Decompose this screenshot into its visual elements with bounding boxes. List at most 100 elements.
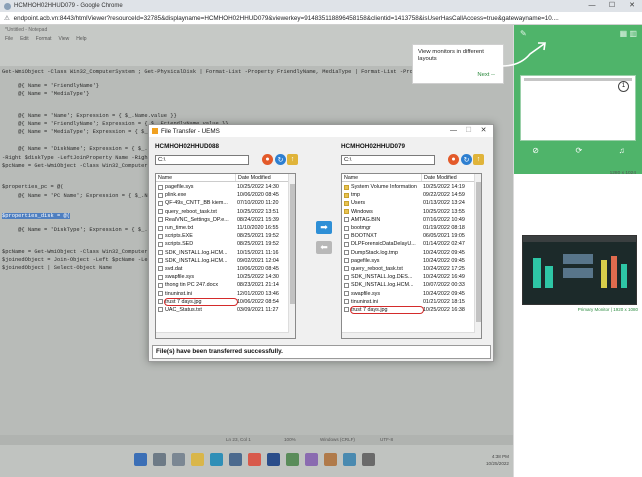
layout-grid-icon[interactable]: ▦ ▥ [620, 29, 637, 38]
file-name: tinuninst.ini [165, 290, 192, 297]
file-date: 10/25/2022 14:30 [236, 274, 279, 281]
column-name[interactable]: Name [156, 174, 235, 181]
file-row[interactable]: thong tin PC 247.docx 08/23/2021 21:14 [156, 281, 289, 289]
file-row[interactable]: System Volume Information 10/25/2022 14:1… [342, 183, 475, 191]
file-icon [158, 192, 163, 198]
file-row[interactable]: DLPForensicDataDelayU... 01/14/2022 02:47 [342, 240, 475, 248]
refresh-icon[interactable]: ↻ [275, 154, 286, 165]
address-bar[interactable]: ⚠ endpoint.acb.vn:8443/htmlViewer?resour… [0, 12, 642, 25]
file-row[interactable]: tinuninst.ini 12/01/2020 13:46 [156, 289, 289, 297]
maximize-button[interactable]: ☐ [602, 0, 622, 12]
file-row[interactable]: scripts.SED 08/25/2021 19:52 [156, 240, 289, 248]
right-file-list[interactable]: Name Date Modified System Volume Informa… [341, 173, 482, 339]
site-info-icon[interactable]: ⚠ [4, 15, 10, 22]
file-row[interactable]: tmp 09/22/2022 14:59 [342, 191, 475, 199]
menu-file[interactable]: File [5, 36, 13, 42]
file-date: 06/05/2021 19:05 [422, 233, 465, 240]
left-path-input[interactable]: C:\ [155, 155, 249, 165]
file-row[interactable]: pagefile.sys 10/25/2022 14:30 [156, 183, 289, 191]
file-row[interactable]: pagefile.sys 10/24/2022 09:45 [342, 257, 475, 265]
app-icon[interactable] [343, 453, 356, 466]
file-date: 10/06/2020 08:45 [236, 265, 279, 272]
right-path-input[interactable]: C:\ [341, 155, 435, 165]
edge-icon[interactable] [210, 453, 223, 466]
file-row[interactable]: svd.dat 10/06/2020 08:45 [156, 265, 289, 273]
up-folder-icon[interactable]: ↑ [287, 154, 298, 165]
menu-edit[interactable]: Edit [20, 36, 29, 42]
system-clock[interactable]: 4:38 PM 10/25/2022 [486, 453, 509, 467]
app-icon[interactable] [324, 453, 337, 466]
file-row[interactable]: DumpStack.log.tmp 10/24/2022 09:45 [342, 249, 475, 257]
column-date[interactable]: Date Modified [235, 174, 289, 181]
store-icon[interactable] [229, 453, 242, 466]
left-vscroll[interactable] [288, 174, 295, 338]
file-name: SDK_INSTALL.log.DES... [351, 274, 413, 281]
dialog-minimize-button[interactable]: — [446, 125, 461, 137]
file-row[interactable]: SDK_INSTALL.log.HCM... 10/15/2021 11:16 [156, 249, 289, 257]
menu-help[interactable]: Help [76, 36, 86, 42]
minimize-button[interactable]: — [582, 0, 602, 12]
file-row[interactable]: QF-49s_CNTT_BB kiem... 07/10/2020 11:20 [156, 199, 289, 207]
menu-format[interactable]: Format [36, 36, 52, 42]
file-row[interactable]: trust 7 days.jpg 10/25/2022 16:38 [342, 305, 475, 314]
monitor-1-thumbnail[interactable]: 1 [520, 75, 636, 141]
file-name: DumpStack.log.tmp [351, 249, 399, 256]
task-view-icon[interactable] [172, 453, 185, 466]
file-row[interactable]: trust 7 days.jpg 10/06/2022 08:54 [156, 297, 289, 306]
lock-icon[interactable]: ● [448, 154, 459, 165]
powershell-icon[interactable] [267, 453, 280, 466]
file-row[interactable]: swapfile.sys 10/24/2022 09:45 [342, 289, 475, 297]
file-row[interactable]: BOOTNXT 06/05/2021 19:05 [342, 232, 475, 240]
up-folder-icon[interactable]: ↑ [473, 154, 484, 165]
dialog-close-button[interactable]: ✕ [476, 125, 491, 137]
file-name: BOOTNXT [351, 233, 378, 240]
left-hscroll[interactable] [156, 332, 289, 338]
search-icon[interactable] [153, 453, 166, 466]
file-row[interactable]: run_time.txt 11/10/2020 16:55 [156, 224, 289, 232]
link-icon[interactable]: ⊘ [532, 146, 539, 155]
file-explorer-icon[interactable] [191, 453, 204, 466]
file-row[interactable]: Windows 10/25/2022 13:55 [342, 208, 475, 216]
chrome-icon[interactable] [248, 453, 261, 466]
app-icon[interactable] [305, 453, 318, 466]
tooltip-next-link[interactable]: Next -- [477, 72, 495, 79]
file-row[interactable]: tinuninst.ini 01/21/2022 18:15 [342, 298, 475, 306]
switch-icon[interactable]: ⟳ [576, 146, 583, 155]
code-line: $joinedObject | Select-Object Name [2, 265, 112, 271]
address-url[interactable]: endpoint.acb.vn:8443/htmlViewer?resource… [14, 15, 559, 22]
file-row[interactable]: SDK_INSTALL.log.HCM... 09/02/2021 12:04 [156, 257, 289, 265]
file-row[interactable]: SDK_INSTALL.log.DES... 10/24/2022 16:49 [342, 273, 475, 281]
monitor-2-thumbnail[interactable] [522, 235, 637, 305]
menu-view[interactable]: View [59, 36, 70, 42]
file-row[interactable]: bootmgr 01/19/2022 08:18 [342, 224, 475, 232]
close-button[interactable]: ✕ [622, 0, 642, 12]
column-date[interactable]: Date Modified [421, 174, 475, 181]
file-row[interactable]: scripts.EXE 08/25/2021 19:52 [156, 232, 289, 240]
file-row[interactable]: UAC_Status.txt 03/09/2021 11:27 [156, 306, 289, 314]
right-vscroll[interactable] [474, 174, 481, 338]
bell-icon[interactable]: ♫ [619, 146, 625, 155]
right-hscroll[interactable] [342, 332, 475, 338]
left-file-list[interactable]: Name Date Modified pagefile.sys 10/25/202… [155, 173, 296, 339]
start-icon[interactable] [134, 453, 147, 466]
column-name[interactable]: Name [342, 174, 421, 181]
arrow-left-icon[interactable]: ⬅ [316, 241, 332, 254]
file-row[interactable]: AMTAG.BIN 07/16/2022 10:49 [342, 216, 475, 224]
file-row[interactable]: SDK_INSTALL.log.HCM... 10/07/2022 00:33 [342, 281, 475, 289]
file-row[interactable]: Users 01/13/2022 13:24 [342, 199, 475, 207]
file-row[interactable]: plink.exe 10/06/2020 08:45 [156, 191, 289, 199]
dialog-maximize-button[interactable]: ☐ [461, 125, 476, 137]
app-icon[interactable] [286, 453, 299, 466]
arrow-right-icon[interactable]: ➡ [316, 221, 332, 234]
file-name: swapfile.sys [351, 290, 381, 297]
pen-icon[interactable]: ✎ [520, 29, 527, 38]
file-row[interactable]: query_reboot_task.txt 10/24/2022 17:25 [342, 265, 475, 273]
lock-icon[interactable]: ● [262, 154, 273, 165]
file-row[interactable]: swapfile.sys 10/25/2022 14:30 [156, 273, 289, 281]
monitor-panel: ✎ ▦ ▥ 1 ⊘ ⟳ ♫ 1280 x 1024 Primary Monito… [513, 25, 642, 477]
file-row[interactable]: query_reboot_task.txt 10/25/2022 13:51 [156, 208, 289, 216]
file-row[interactable]: RealVNC_Settings_DP.e... 08/24/2021 15:39 [156, 216, 289, 224]
app-icon[interactable] [362, 453, 375, 466]
refresh-icon[interactable]: ↻ [461, 154, 472, 165]
file-name: SDK_INSTALL.log.HCM... [351, 282, 414, 289]
